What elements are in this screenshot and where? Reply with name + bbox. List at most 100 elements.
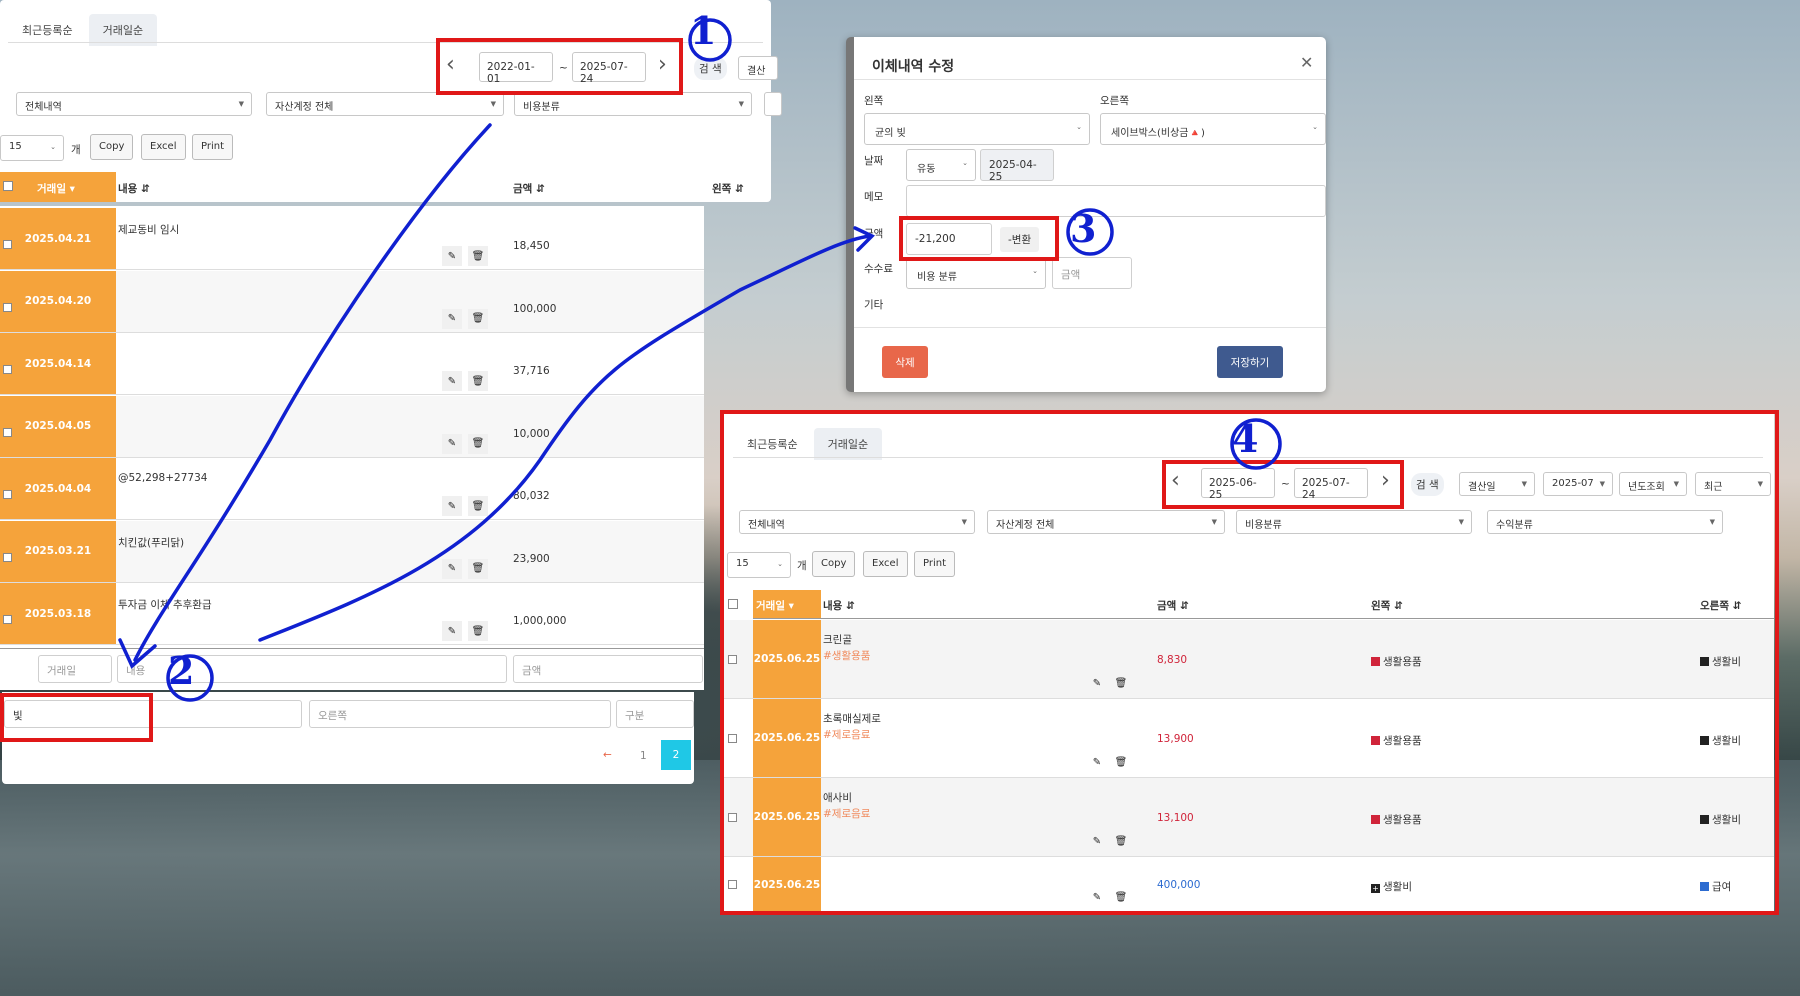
row-content: 치킨값(푸리닭) — [118, 536, 185, 549]
filter-expense-category[interactable]: 비용분류 ▼ — [514, 92, 752, 116]
row-date: 2025.04.20 — [0, 270, 116, 332]
trash-icon[interactable]: 🗑 — [468, 558, 488, 579]
print-button[interactable]: Print — [192, 134, 234, 160]
row-amount: 18,450 — [513, 240, 550, 252]
trash-icon[interactable]: 🗑 — [468, 371, 488, 391]
sort-icon: ⇵ — [535, 183, 545, 195]
row-checkbox[interactable] — [3, 552, 12, 562]
select-all-checkbox[interactable] — [3, 181, 13, 191]
settle-dropdown[interactable]: 결산일 — [738, 56, 778, 80]
modal-memo-label: 메모 — [864, 191, 884, 203]
table-row[interactable]: 2025.04.20 ✎ 🗑 100,000 — [0, 270, 704, 333]
row-content: 제교동비 임시 — [118, 224, 180, 236]
modal-footer-divider — [854, 327, 1326, 328]
row-amount: 100,000 — [513, 302, 557, 315]
modal-left-select[interactable]: 균의 빚 ⌄ — [864, 113, 1090, 145]
pagination-prev[interactable]: ← — [603, 749, 612, 761]
modal-etc-label: 기타 — [864, 299, 884, 311]
footer-category-input[interactable]: 구분 — [616, 700, 694, 728]
pencil-icon[interactable]: ✎ — [442, 308, 462, 329]
row-date: 2025.04.14 — [0, 333, 116, 394]
filter-extra[interactable] — [764, 92, 782, 116]
modal-fee-label: 수수료 — [864, 263, 893, 275]
table-row[interactable]: 2025.04.05 ✎ 🗑 10,000 — [0, 395, 704, 458]
pencil-icon[interactable]: ✎ — [442, 246, 462, 266]
pagination-page-1[interactable]: 1 — [640, 750, 647, 762]
footer-right-input[interactable]: 오른쪽 — [309, 700, 611, 728]
modal-date-input[interactable]: 2025-04-25 — [980, 149, 1054, 183]
excel-button[interactable]: Excel — [141, 134, 186, 160]
row-checkbox[interactable] — [3, 302, 12, 312]
filter-asset-account[interactable]: 자산계정 전체 ▼ — [266, 92, 504, 116]
search-button[interactable]: 검 색 — [694, 57, 727, 80]
modal-amount-label: 금액 — [864, 228, 884, 240]
modal-date-type-select[interactable]: 유동 ⌄ — [906, 149, 976, 181]
header-amount[interactable]: 금액 ⇵ — [513, 181, 545, 196]
close-icon[interactable]: ✕ — [1300, 53, 1313, 72]
chevron-down-icon: ⌄ — [962, 159, 968, 167]
row-checkbox[interactable] — [3, 365, 12, 374]
pagination-page-2[interactable]: 2 — [661, 740, 691, 770]
annotation-box-footer-left — [0, 693, 153, 742]
modal-date-label: 날짜 — [864, 155, 884, 167]
sort-icon: ⇵ — [734, 183, 744, 195]
pencil-icon[interactable]: ✎ — [442, 433, 462, 454]
trash-icon[interactable]: 🗑 — [468, 433, 488, 454]
row-checkbox[interactable] — [3, 427, 12, 437]
chevron-down-icon: ⌄ — [1312, 123, 1318, 131]
annotation-box-modal-amount — [899, 216, 1059, 261]
modal-fee-category-select[interactable]: 비용 분류 ⌄ — [906, 257, 1046, 289]
pencil-icon[interactable]: ✎ — [442, 371, 462, 391]
modal-title: 이체내역 수정 — [872, 59, 955, 75]
modal-save-button[interactable]: 저장하기 — [1217, 346, 1283, 378]
table-row[interactable]: 2025.03.21 치킨값(푸리닭) ✎ 🗑 23,900 — [0, 520, 704, 583]
pencil-icon[interactable]: ✎ — [442, 558, 462, 579]
modal-fee-amount-input[interactable]: 금액 — [1052, 257, 1132, 289]
chevron-down-icon: ⌄ — [1032, 267, 1038, 275]
page-size-select[interactable]: 15 ⌄ — [0, 135, 64, 161]
header-content[interactable]: 내용 ⇵ — [118, 181, 150, 196]
page-size-unit: 개 — [71, 144, 81, 156]
modal-memo-textarea[interactable] — [906, 185, 1326, 217]
trash-icon[interactable]: 🗑 — [468, 621, 488, 641]
sort-desc-icon: ▾ — [69, 183, 75, 195]
panel1-top: 최근등록순 거래일순 ‹ 2022-01-01 ~ 2025-07-24 › 검… — [0, 0, 782, 202]
modal-right-label: 오른쪽 — [1100, 95, 1129, 107]
modal-right-select[interactable]: 세이브박스(비상금🔺) ⌄ — [1100, 113, 1326, 145]
pencil-icon[interactable]: ✎ — [442, 621, 462, 641]
annotation-box-date-range-1 — [436, 38, 683, 95]
row-date: 2025.03.18 — [0, 583, 116, 644]
trash-icon[interactable]: 🗑 — [468, 308, 488, 329]
annotation-box-date-range-4 — [1162, 460, 1404, 509]
table-row[interactable]: 2025.04.04 @52,298+27734 ✎ 🗑 80,032 — [0, 458, 704, 520]
row-date: 2025.04.21 — [0, 208, 116, 269]
header-left[interactable]: 왼쪽 ⇵ — [712, 181, 744, 196]
modal-left-label: 왼쪽 — [864, 95, 884, 107]
chevron-down-icon: ⌄ — [1076, 123, 1082, 131]
trash-icon[interactable]: 🗑 — [468, 246, 488, 266]
annotation-number-1: 1 — [690, 8, 717, 53]
row-checkbox[interactable] — [3, 490, 12, 499]
copy-button[interactable]: Copy — [90, 134, 134, 160]
modal-divider — [854, 79, 1326, 80]
row-amount: 1,000,000 — [513, 615, 567, 627]
footer-filter-row: 거래일 내용 금액 — [0, 648, 704, 690]
row-date: 2025.03.21 — [0, 520, 116, 582]
pencil-icon[interactable]: ✎ — [442, 496, 462, 516]
annotation-number-2: 2 — [168, 648, 195, 693]
footer-date-input[interactable]: 거래일 — [38, 655, 112, 683]
annotation-number-4: 4 — [1232, 416, 1259, 461]
table-row[interactable]: 2025.04.14 ✎ 🗑 37,716 — [0, 333, 704, 395]
header-date[interactable]: 거래일 ▾ — [37, 181, 75, 196]
row-amount: 37,716 — [513, 365, 550, 377]
sort-icon: ⇵ — [140, 183, 150, 195]
row-content: @52,298+27734 — [118, 472, 208, 484]
footer-amount-input[interactable]: 금액 — [513, 655, 703, 683]
table-row[interactable]: 2025.04.21 제교동비 임시 ✎ 🗑 18,450 — [0, 208, 704, 270]
filter-all-records[interactable]: 전체내역 ▼ — [16, 92, 252, 116]
modal-delete-button[interactable]: 삭제 — [882, 346, 928, 378]
row-checkbox[interactable] — [3, 615, 12, 624]
trash-icon[interactable]: 🗑 — [468, 496, 488, 516]
row-checkbox[interactable] — [3, 240, 12, 249]
table-row[interactable]: 2025.03.18 투자금 이체 추후환급 ✎ 🗑 1,000,000 — [0, 583, 704, 645]
